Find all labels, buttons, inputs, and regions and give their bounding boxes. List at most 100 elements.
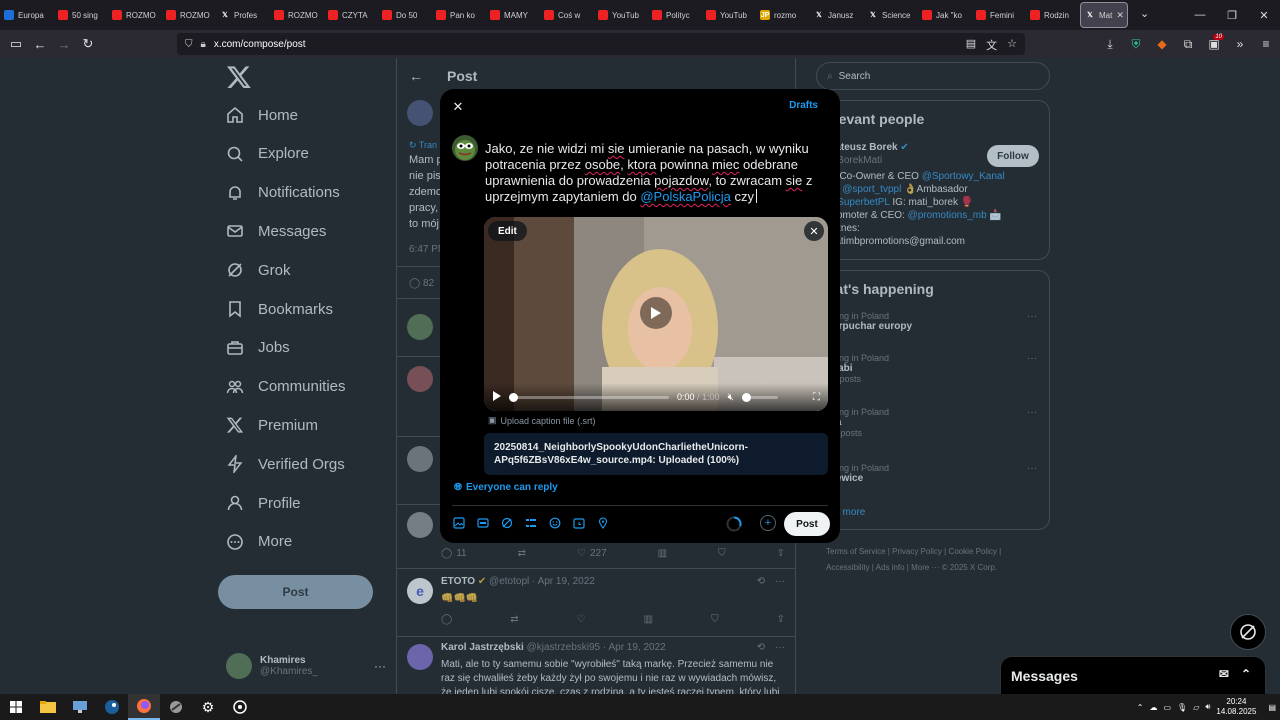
- translate-icon[interactable]: 文: [986, 37, 997, 53]
- misspelled-word[interactable]: osobe: [585, 157, 620, 172]
- browser-tab[interactable]: YouTub: [702, 0, 756, 30]
- extension-badge-icon[interactable]: ▣ 10: [1204, 32, 1224, 56]
- play-icon[interactable]: [492, 391, 501, 403]
- browser-tab[interactable]: ROZMO: [162, 0, 216, 30]
- reply-settings-button[interactable]: 🌐︎ Everyone can reply: [454, 482, 558, 493]
- restore-icon[interactable]: ❐: [1216, 0, 1248, 30]
- seek-slider[interactable]: [509, 392, 669, 402]
- mic-icon[interactable]: 🎙︎: [1177, 703, 1187, 712]
- bookmark-star-icon[interactable]: ☆: [1007, 37, 1017, 53]
- location-icon[interactable]: [596, 516, 610, 530]
- browser-tab[interactable]: Femini: [972, 0, 1026, 30]
- browser-tab[interactable]: JP rozmo: [756, 0, 810, 30]
- volume-icon[interactable]: 🔊︎: [1205, 702, 1210, 712]
- browser-tab[interactable]: Jak "ko: [918, 0, 972, 30]
- new-message-icon[interactable]: ✉: [1219, 667, 1229, 681]
- browser-tab[interactable]: 𝕏 Janusz: [810, 0, 864, 30]
- minimize-icon[interactable]: —: [1184, 0, 1216, 30]
- media-icon[interactable]: [452, 516, 466, 530]
- misspelled-word[interactable]: sie: [786, 173, 803, 188]
- mute-icon[interactable]: 🔇︎: [728, 392, 734, 403]
- grok-icon[interactable]: [500, 516, 514, 530]
- compose-textarea[interactable]: Jako, ze nie widzi mi sie umieranie na p…: [485, 141, 825, 205]
- file-explorer-icon[interactable]: [32, 694, 64, 720]
- steam-icon[interactable]: [96, 694, 128, 720]
- browser-tab[interactable]: Do 50: [378, 0, 432, 30]
- browser-tab[interactable]: MAMY: [486, 0, 540, 30]
- back-icon[interactable]: ←: [28, 32, 52, 56]
- edit-video-button[interactable]: Edit: [488, 221, 527, 241]
- seek-knob[interactable]: [509, 392, 518, 402]
- browser-tab[interactable]: Polityc: [648, 0, 702, 30]
- emoji-icon[interactable]: [548, 516, 562, 530]
- globe-icon: 🌐︎: [454, 482, 462, 493]
- volume-knob[interactable]: [741, 392, 751, 402]
- poll-icon[interactable]: [524, 516, 538, 530]
- add-post-icon[interactable]: +: [760, 515, 776, 531]
- grok-floating-button[interactable]: [1230, 614, 1266, 650]
- close-window-icon[interactable]: ✕: [1248, 0, 1280, 30]
- obs-icon[interactable]: [224, 694, 256, 720]
- monitor-app-icon[interactable]: [64, 694, 96, 720]
- browser-tab[interactable]: Rodzin: [1026, 0, 1080, 30]
- browser-tab[interactable]: Pan ko: [432, 0, 486, 30]
- reload-icon[interactable]: ↻: [76, 32, 100, 56]
- upload-caption-link[interactable]: ▣ Upload caption file (.srt): [488, 415, 596, 426]
- extension-fox-icon[interactable]: ◆: [1152, 32, 1172, 56]
- browser-tab[interactable]: 50 sing: [54, 0, 108, 30]
- messages-drawer[interactable]: Messages ✉ ⌃: [1000, 656, 1266, 694]
- volume-slider[interactable]: [741, 392, 778, 402]
- browser-tab[interactable]: Coś w: [540, 0, 594, 30]
- network-icon[interactable]: ▭: [1163, 703, 1171, 712]
- video-attachment[interactable]: Edit ✕ 0:00 / 1:00 🔇︎ ⛶: [484, 217, 828, 411]
- more-tools-icon[interactable]: »: [1230, 32, 1250, 56]
- sidebar-toggle-icon[interactable]: ▭: [4, 32, 28, 56]
- tab-list-chevron-icon[interactable]: ⌄: [1140, 7, 1149, 20]
- schedule-icon[interactable]: [572, 516, 586, 530]
- mention-link[interactable]: @PolskaPolicja: [640, 189, 731, 204]
- display-icon[interactable]: ▱: [1193, 703, 1199, 712]
- menu-icon[interactable]: ≡: [1256, 32, 1276, 56]
- misspelled-word[interactable]: pojazdow: [654, 173, 708, 188]
- firefox-icon[interactable]: [128, 694, 160, 720]
- close-tab-icon[interactable]: ✕: [1116, 10, 1124, 21]
- browser-tab[interactable]: 𝕏 Science: [864, 0, 918, 30]
- play-overlay-icon[interactable]: [640, 297, 672, 329]
- clock[interactable]: 20:24 14.08.2025: [1216, 697, 1256, 717]
- downloads-icon[interactable]: ⤓: [1100, 32, 1120, 56]
- notification-icon[interactable]: ▤: [1268, 703, 1276, 712]
- browser-tab-active[interactable]: 𝕏 Mat ✕: [1080, 2, 1128, 28]
- close-modal-icon[interactable]: ✕: [450, 99, 466, 115]
- settings-gear-icon[interactable]: ⚙: [192, 694, 224, 720]
- browser-tab[interactable]: Europa: [0, 0, 54, 30]
- gif-icon[interactable]: [476, 516, 490, 530]
- fullscreen-icon[interactable]: ⛶: [813, 392, 820, 403]
- tab-label: Do 50: [396, 10, 418, 20]
- url-text[interactable]: x.com/compose/post: [214, 39, 306, 50]
- browser-tab[interactable]: ROZMO: [270, 0, 324, 30]
- character-count-ring: [726, 516, 742, 532]
- extension-shield-icon[interactable]: ⛨: [1126, 32, 1146, 56]
- browser-tab[interactable]: ROZMO: [108, 0, 162, 30]
- drafts-button[interactable]: Drafts: [789, 100, 818, 111]
- reader-view-icon[interactable]: ▤: [966, 37, 976, 53]
- expand-icon[interactable]: ⌃: [1241, 667, 1251, 681]
- browser-navbar: ▭ ← → ↻ ⛉ 🔒︎ x.com/compose/post ▤ 文 ☆ ⤓ …: [0, 30, 1280, 58]
- misspelled-word[interactable]: ktora: [627, 157, 656, 172]
- remove-media-icon[interactable]: ✕: [804, 221, 824, 241]
- forward-icon[interactable]: →: [52, 32, 76, 56]
- extensions-icon[interactable]: ⧉: [1178, 32, 1198, 56]
- browser-tab[interactable]: YouTub: [594, 0, 648, 30]
- url-bar[interactable]: ⛉ 🔒︎ x.com/compose/post ▤ 文 ☆: [177, 33, 1025, 55]
- browser-tab[interactable]: 𝕏 Profes: [216, 0, 270, 30]
- misspelled-word[interactable]: sie: [608, 141, 625, 156]
- windows-start-icon[interactable]: [0, 694, 32, 720]
- shield-icon[interactable]: ⛉: [185, 39, 193, 50]
- post-button[interactable]: Post: [784, 512, 830, 536]
- browser-tab[interactable]: CZYTA: [324, 0, 378, 30]
- tray-chevron-icon[interactable]: ⌃: [1137, 703, 1144, 712]
- lock-icon: 🔒︎: [200, 38, 206, 50]
- onedrive-icon[interactable]: ☁: [1149, 703, 1157, 712]
- misspelled-word[interactable]: miec: [712, 157, 739, 172]
- app-icon[interactable]: [160, 694, 192, 720]
